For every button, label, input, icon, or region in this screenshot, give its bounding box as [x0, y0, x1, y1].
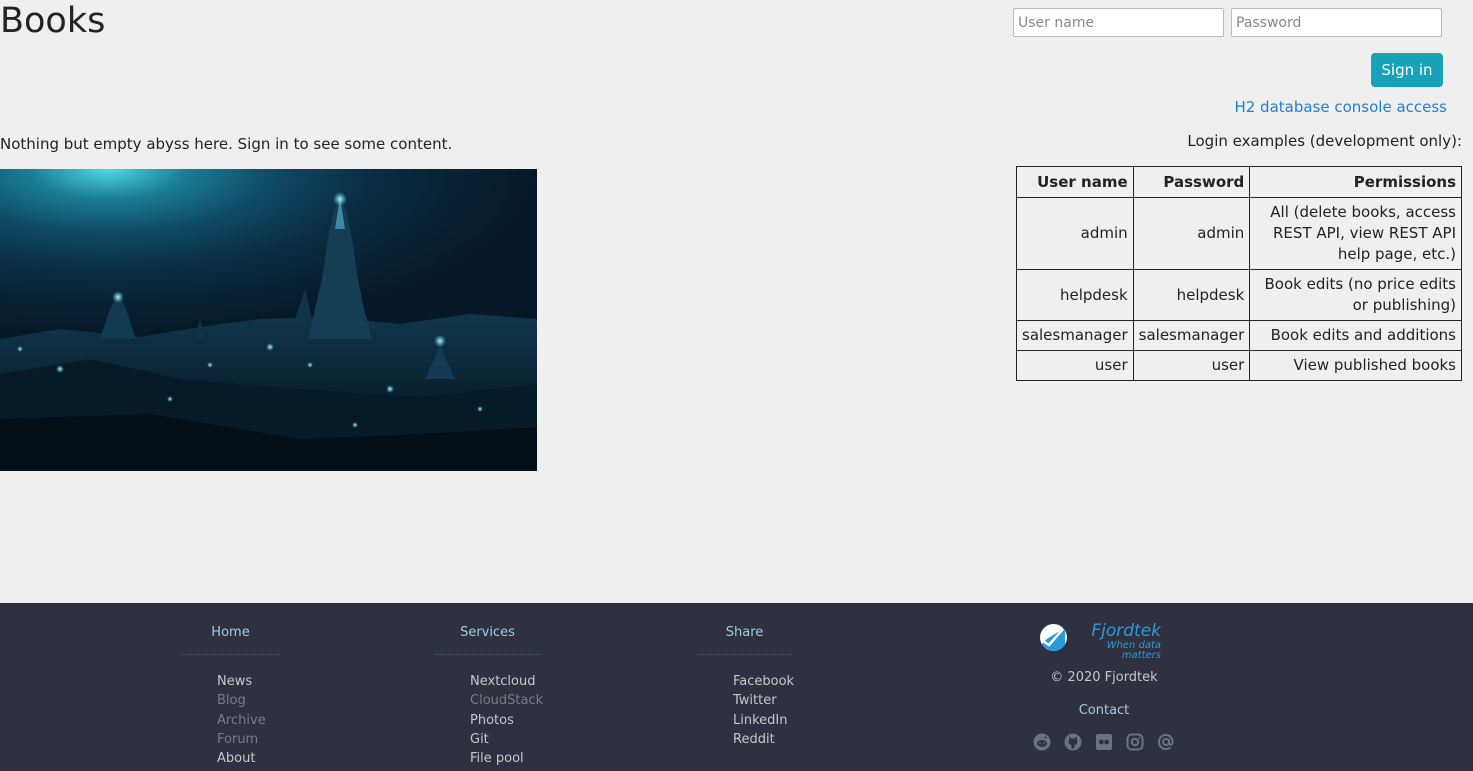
cell-password: user — [1132, 350, 1251, 381]
table-row: salesmanager salesmanager Book edits and… — [1016, 320, 1462, 351]
footer-link-reddit[interactable]: Reddit — [733, 732, 775, 747]
social-links — [1030, 733, 1178, 751]
footer-share-column: Share Facebook Twitter LinkedIn Reddit — [697, 625, 794, 749]
footer-link-archive[interactable]: Archive — [217, 713, 266, 728]
fjordtek-logo[interactable]: Fjordtek When data matters — [1030, 621, 1178, 661]
table-row: user user View published books — [1016, 350, 1462, 381]
footer-home-column: Home News Blog Archive Forum About me — [181, 625, 280, 771]
table-row: helpdesk helpdesk Book edits (no price e… — [1016, 269, 1462, 321]
h2-console-link[interactable]: H2 database console access — [1234, 97, 1447, 117]
footer-link-file-pool[interactable]: File pool — [470, 751, 524, 766]
cell-username: helpdesk — [1016, 269, 1134, 321]
footer-home-heading[interactable]: Home — [181, 625, 280, 655]
copyright-text: © 2020 Fjordtek — [1050, 670, 1158, 685]
footer-link-blog[interactable]: Blog — [217, 693, 246, 708]
flickr-icon[interactable] — [1095, 733, 1113, 751]
footer-brand: Fjordtek When data matters © 2020 Fjordt… — [1030, 621, 1178, 751]
footer-link-news[interactable]: News — [217, 674, 252, 689]
footer-services-column: Services Nextcloud CloudStack Photos Git… — [434, 625, 543, 768]
footer-share-heading[interactable]: Share — [697, 625, 792, 655]
site-footer: Home News Blog Archive Forum About me Se… — [0, 603, 1473, 771]
footer-link-cloudstack[interactable]: CloudStack — [470, 693, 543, 708]
email-icon[interactable] — [1157, 733, 1175, 751]
logo-mark-icon — [1040, 624, 1067, 651]
reddit-icon[interactable] — [1033, 733, 1051, 751]
footer-link-twitter[interactable]: Twitter — [733, 693, 777, 708]
table-header-row: User name Password Permissions — [1016, 166, 1462, 198]
cell-permissions: Book edits and additions — [1249, 320, 1462, 351]
cell-password: salesmanager — [1132, 320, 1251, 351]
instagram-icon[interactable] — [1126, 733, 1144, 751]
footer-link-facebook[interactable]: Facebook — [733, 674, 794, 689]
footer-link-nextcloud[interactable]: Nextcloud — [470, 674, 536, 689]
cell-permissions: Book edits (no price edits or publishing… — [1249, 269, 1462, 321]
footer-link-photos[interactable]: Photos — [470, 713, 514, 728]
cell-username: salesmanager — [1016, 320, 1134, 351]
cell-password: helpdesk — [1132, 269, 1251, 321]
footer-link-git[interactable]: Git — [470, 732, 489, 747]
column-header-permissions: Permissions — [1249, 166, 1462, 198]
table-row: admin admin All (delete books, access RE… — [1016, 197, 1462, 270]
cell-password: admin — [1132, 197, 1251, 270]
footer-link-about-me[interactable]: About me — [217, 751, 255, 771]
github-icon[interactable] — [1064, 733, 1082, 751]
brand-name: Fjordtek — [1091, 621, 1161, 641]
column-header-username: User name — [1016, 166, 1134, 198]
column-header-password: Password — [1132, 166, 1251, 198]
login-examples-table: User name Password Permissions admin adm… — [1016, 166, 1462, 381]
page-title: Books — [0, 1, 106, 41]
login-examples-label: Login examples (development only): — [1187, 132, 1462, 150]
hero-image — [0, 169, 537, 471]
cell-permissions: View published books — [1249, 350, 1462, 381]
footer-link-linkedin[interactable]: LinkedIn — [733, 713, 787, 728]
cell-username: user — [1016, 350, 1134, 381]
footer-services-heading[interactable]: Services — [434, 625, 541, 655]
cell-permissions: All (delete books, access REST API, view… — [1249, 197, 1462, 270]
password-input[interactable] — [1231, 8, 1442, 37]
main-content: Books Nothing but empty abyss here. Sign… — [0, 0, 1473, 603]
intro-text: Nothing but empty abyss here. Sign in to… — [0, 135, 453, 153]
cell-username: admin — [1016, 197, 1134, 270]
footer-link-forum[interactable]: Forum — [217, 732, 258, 747]
contact-link[interactable]: Contact — [1079, 703, 1130, 718]
sign-in-button[interactable]: Sign in — [1371, 53, 1443, 87]
brand-tagline: When data matters — [1106, 640, 1161, 661]
username-input[interactable] — [1013, 8, 1224, 37]
